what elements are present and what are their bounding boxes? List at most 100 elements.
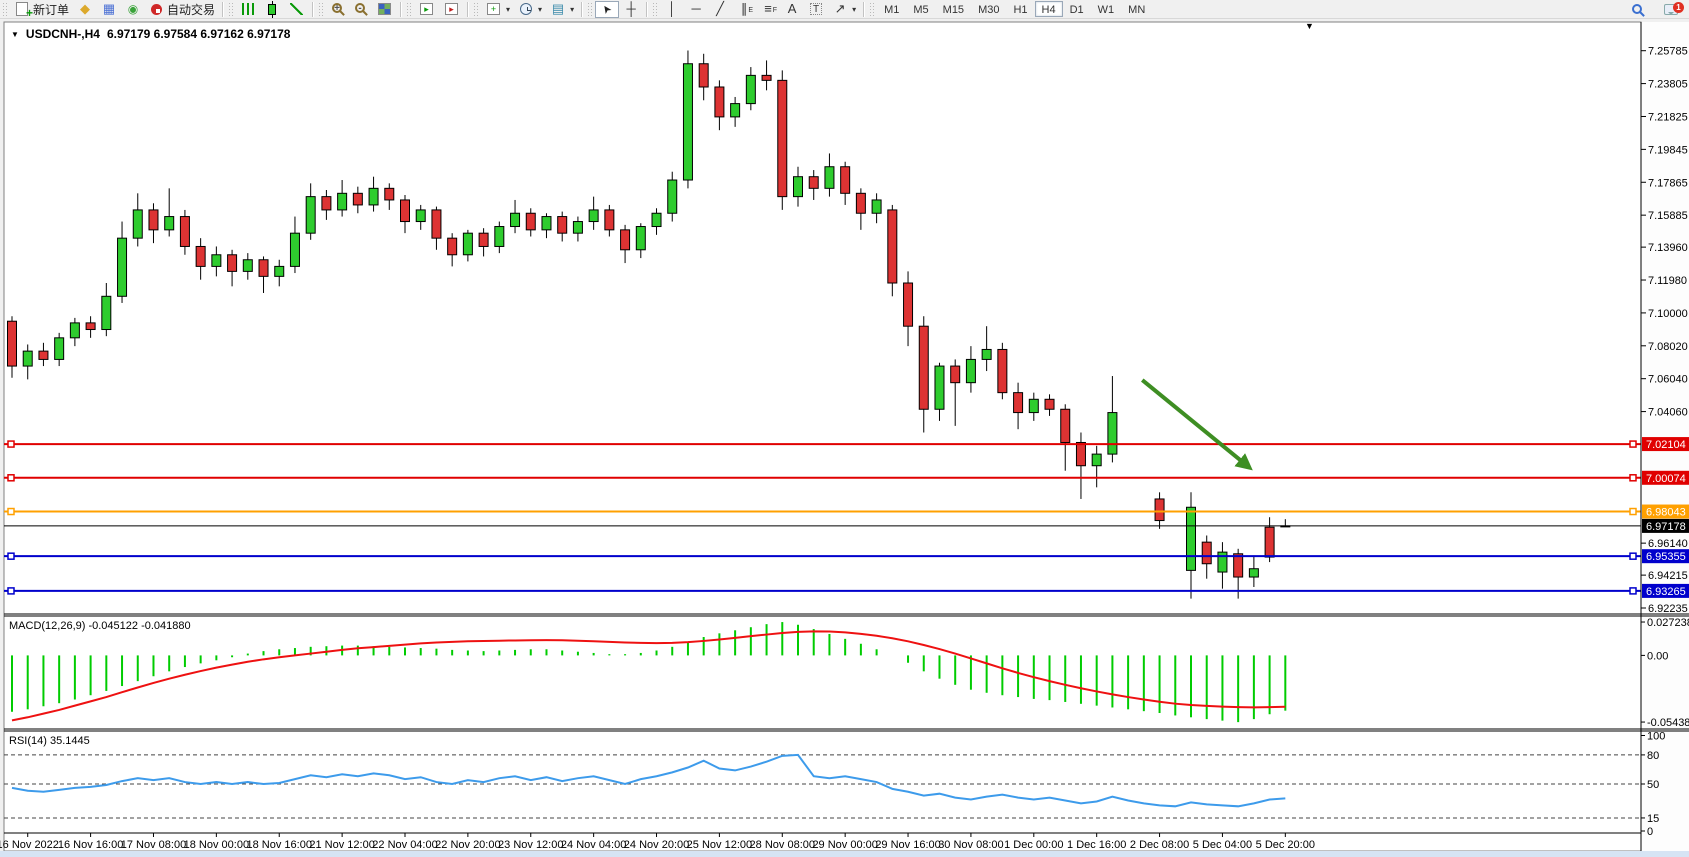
candle-body bbox=[118, 238, 127, 296]
price-tick-label: 7.21825 bbox=[1648, 111, 1688, 123]
rsi-axis-label: 50 bbox=[1647, 779, 1659, 791]
candle-body bbox=[196, 246, 205, 266]
candle-body bbox=[526, 213, 535, 230]
candle-body bbox=[1029, 399, 1038, 412]
price-tick-label: 6.94215 bbox=[1648, 570, 1688, 582]
candle-body bbox=[1218, 552, 1227, 572]
candle-body bbox=[102, 296, 111, 329]
candle-body bbox=[1108, 413, 1117, 455]
macd-axis-label: 0.00 bbox=[1647, 650, 1668, 662]
time-tick-label: 21 Nov 12:00 bbox=[309, 839, 374, 851]
line-handle[interactable] bbox=[1630, 509, 1636, 515]
candle-body bbox=[715, 87, 724, 117]
candle-body bbox=[353, 193, 362, 205]
candle-body bbox=[825, 167, 834, 189]
price-tick-label: 6.96140 bbox=[1648, 538, 1688, 550]
chart-quick-nav-icon[interactable]: ▼ bbox=[1305, 22, 1314, 30]
candle-body bbox=[1265, 527, 1274, 557]
candle-body bbox=[699, 64, 708, 87]
chart-collapse-icon[interactable]: ▼ bbox=[11, 30, 19, 39]
candle-body bbox=[998, 349, 1007, 392]
time-tick-label: 29 Nov 00:00 bbox=[812, 839, 877, 851]
candle-body bbox=[919, 326, 928, 409]
price-tick-label: 7.23805 bbox=[1648, 79, 1688, 91]
macd-axis-label: -0.054384 bbox=[1647, 717, 1689, 729]
price-tick-label: 7.11980 bbox=[1648, 275, 1687, 287]
candle-body bbox=[495, 227, 504, 247]
candle-body bbox=[636, 227, 645, 250]
candle-body bbox=[966, 359, 975, 382]
line-handle[interactable] bbox=[8, 588, 14, 594]
price-tick-label: 7.10000 bbox=[1648, 308, 1688, 320]
candle-body bbox=[542, 217, 551, 230]
candle-body bbox=[904, 283, 913, 326]
line-handle[interactable] bbox=[8, 553, 14, 559]
price-tick-label: 7.04060 bbox=[1648, 407, 1688, 419]
time-tick-label: 1 Dec 00:00 bbox=[1004, 839, 1063, 851]
rsi-axis-label: 100 bbox=[1647, 731, 1665, 743]
price-tick-label: 7.08020 bbox=[1648, 341, 1688, 353]
price-tick-label: 7.25785 bbox=[1648, 46, 1688, 58]
candle-body bbox=[1187, 507, 1196, 570]
candle-body bbox=[479, 233, 488, 246]
candle-body bbox=[259, 260, 268, 277]
time-tick-label: 29 Nov 16:00 bbox=[875, 839, 940, 851]
price-tick-label: 7.06040 bbox=[1648, 374, 1688, 386]
candle-body bbox=[1249, 569, 1258, 577]
candle-body bbox=[306, 197, 315, 234]
candle-body bbox=[165, 217, 174, 230]
time-tick-label: 22 Nov 20:00 bbox=[435, 839, 500, 851]
price-line-label-6.95355: 6.95355 bbox=[1646, 551, 1686, 563]
time-tick-label: 18 Nov 00:00 bbox=[184, 839, 249, 851]
time-tick-label: 1 Dec 16:00 bbox=[1067, 839, 1126, 851]
candle-body bbox=[1076, 442, 1085, 465]
line-handle[interactable] bbox=[1630, 588, 1636, 594]
bottom-strip bbox=[0, 851, 1689, 857]
candle-body bbox=[746, 75, 755, 103]
candle-body bbox=[558, 217, 567, 234]
time-tick-label: 5 Dec 20:00 bbox=[1256, 839, 1315, 851]
time-tick-label: 5 Dec 04:00 bbox=[1193, 839, 1252, 851]
price-tick-label: 7.19845 bbox=[1648, 144, 1688, 156]
candle-body bbox=[794, 177, 803, 197]
candle-body bbox=[1202, 542, 1211, 564]
line-handle[interactable] bbox=[1630, 475, 1636, 481]
price-line-label-6.98043: 6.98043 bbox=[1646, 507, 1686, 519]
macd-indicator-label: MACD(12,26,9) -0.045122 -0.041880 bbox=[9, 620, 191, 632]
candle-body bbox=[23, 351, 32, 366]
price-tick-label: 6.92235 bbox=[1648, 603, 1688, 615]
candle-body bbox=[70, 323, 79, 338]
candle-body bbox=[385, 188, 394, 200]
line-handle[interactable] bbox=[8, 509, 14, 515]
time-tick-label: 24 Nov 04:00 bbox=[561, 839, 626, 851]
candle-body bbox=[180, 217, 189, 247]
time-tick-label: 28 Nov 08:00 bbox=[750, 839, 815, 851]
candle-body bbox=[589, 210, 598, 222]
candle-body bbox=[55, 338, 64, 360]
candle-body bbox=[951, 366, 960, 383]
rsi-indicator-label: RSI(14) 35.1445 bbox=[9, 735, 90, 747]
candle-body bbox=[888, 210, 897, 283]
time-tick-label: 25 Nov 12:00 bbox=[687, 839, 752, 851]
chart-title-symbol: USDCNH-,H4 bbox=[26, 27, 100, 41]
chart-canvas[interactable] bbox=[4, 22, 1641, 851]
line-handle[interactable] bbox=[8, 441, 14, 447]
price-tick-label: 7.15885 bbox=[1648, 210, 1688, 222]
candle-body bbox=[133, 210, 142, 238]
line-handle[interactable] bbox=[1630, 441, 1636, 447]
line-handle[interactable] bbox=[8, 475, 14, 481]
candle-body bbox=[841, 167, 850, 194]
candle-body bbox=[1234, 554, 1243, 577]
time-tick-label: 23 Nov 12:00 bbox=[498, 839, 563, 851]
time-tick-label: 2 Dec 08:00 bbox=[1130, 839, 1189, 851]
candle-body bbox=[778, 80, 787, 196]
time-tick-label: 30 Nov 08:00 bbox=[938, 839, 1003, 851]
rsi-axis-label: 0 bbox=[1647, 826, 1653, 838]
line-handle[interactable] bbox=[1630, 553, 1636, 559]
candle-body bbox=[212, 255, 221, 267]
candle-body bbox=[432, 210, 441, 238]
candle-body bbox=[86, 323, 95, 330]
candle-body bbox=[1014, 393, 1023, 413]
time-tick-label: 18 Nov 16:00 bbox=[247, 839, 312, 851]
candle-body bbox=[856, 193, 865, 213]
